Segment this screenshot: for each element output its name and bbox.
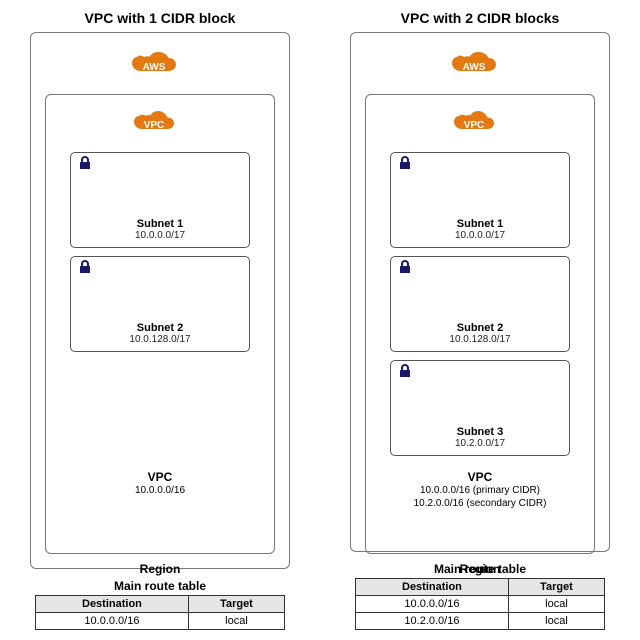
subnet-box-1: Subnet 1 10.0.0.0/17 xyxy=(390,152,570,248)
subnets-area: Subnet 1 10.0.0.0/17 Subnet 2 10.0.128.0… xyxy=(390,152,570,464)
vpc-box: VPC Subnet 1 10.0.0.0/17 Subnet 2 10.0.1… xyxy=(45,94,275,554)
vpc-cidr-text: 10.0.0.0/16 xyxy=(135,484,185,497)
subnet-box-2: Subnet 2 10.0.128.0/17 xyxy=(70,256,250,352)
subnet-name: Subnet 1 xyxy=(137,218,183,230)
rt-header-target: Target xyxy=(188,596,284,613)
subnets-area: Subnet 1 10.0.0.0/17 Subnet 2 10.0.128.0… xyxy=(70,152,250,360)
route-table-title: Main route table xyxy=(114,579,206,593)
lock-icon xyxy=(77,155,93,176)
rt-cell-dest: 10.2.0.0/16 xyxy=(356,613,509,630)
subnet-cidr: 10.0.128.0/17 xyxy=(129,334,190,345)
lock-icon xyxy=(77,259,93,280)
vpc-label: VPC xyxy=(135,470,185,484)
subnet-cidr: 10.0.0.0/17 xyxy=(455,230,505,241)
column-title: VPC with 2 CIDR blocks xyxy=(401,10,560,26)
aws-cloud-icon: AWS xyxy=(130,50,178,83)
region-label: Region xyxy=(460,562,501,576)
subnet-box-2: Subnet 2 10.0.128.0/17 xyxy=(390,256,570,352)
subnet-name: Subnet 3 xyxy=(457,426,503,438)
region-box: AWS VPC Subnet 1 10.0.0.0/17 xyxy=(30,32,290,569)
subnet-name: Subnet 2 xyxy=(457,322,503,334)
route-table: Destination Target 10.0.0.0/16 local xyxy=(35,595,285,630)
table-row: 10.0.0.0/16 local xyxy=(356,596,605,613)
rt-header-destination: Destination xyxy=(356,579,509,596)
aws-badge-label: AWS xyxy=(463,62,486,73)
vpc-label: VPC xyxy=(414,470,547,484)
aws-badge-label: AWS xyxy=(143,62,166,73)
region-label: Region xyxy=(140,562,181,576)
lock-icon xyxy=(397,259,413,280)
vpc-cidr-text: 10.0.0.0/16 (primary CIDR) 10.2.0.0/16 (… xyxy=(414,484,547,510)
rt-cell-target: local xyxy=(508,596,604,613)
vpc-footer: VPC 10.0.0.0/16 (primary CIDR) 10.2.0.0/… xyxy=(414,470,547,510)
table-row: 10.2.0.0/16 local xyxy=(356,613,605,630)
lock-icon xyxy=(397,363,413,384)
rt-cell-dest: 10.0.0.0/16 xyxy=(36,613,189,630)
vpc-single-cidr-column: VPC with 1 CIDR block AWS VPC Subnet 1 1… xyxy=(20,10,300,630)
aws-cloud-icon: AWS xyxy=(450,50,498,83)
vpc-cloud-icon: VPC xyxy=(452,109,496,140)
rt-cell-target: local xyxy=(508,613,604,630)
subnet-cidr: 10.0.128.0/17 xyxy=(449,334,510,345)
vpc-cloud-icon: VPC xyxy=(132,109,176,140)
route-table: Destination Target 10.0.0.0/16 local 10.… xyxy=(355,578,605,630)
column-title: VPC with 1 CIDR block xyxy=(85,10,236,26)
region-box: AWS VPC Subnet 1 10.0.0.0/17 xyxy=(350,32,610,552)
subnet-cidr: 10.0.0.0/17 xyxy=(135,230,185,241)
subnet-name: Subnet 2 xyxy=(137,322,183,334)
subnet-cidr: 10.2.0.0/17 xyxy=(455,438,505,449)
rt-header-target: Target xyxy=(508,579,604,596)
rt-header-destination: Destination xyxy=(36,596,189,613)
rt-cell-dest: 10.0.0.0/16 xyxy=(356,596,509,613)
table-row: 10.0.0.0/16 local xyxy=(36,613,285,630)
vpc-two-cidr-column: VPC with 2 CIDR blocks AWS VPC Subnet 1 … xyxy=(340,10,620,630)
lock-icon xyxy=(397,155,413,176)
subnet-box-1: Subnet 1 10.0.0.0/17 xyxy=(70,152,250,248)
vpc-footer: VPC 10.0.0.0/16 xyxy=(135,470,185,497)
vpc-box: VPC Subnet 1 10.0.0.0/17 Subnet 2 10.0.1… xyxy=(365,94,595,554)
vpc-badge-label: VPC xyxy=(144,120,165,131)
rt-cell-target: local xyxy=(188,613,284,630)
vpc-badge-label: VPC xyxy=(464,120,485,131)
subnet-name: Subnet 1 xyxy=(457,218,503,230)
subnet-box-3: Subnet 3 10.2.0.0/17 xyxy=(390,360,570,456)
